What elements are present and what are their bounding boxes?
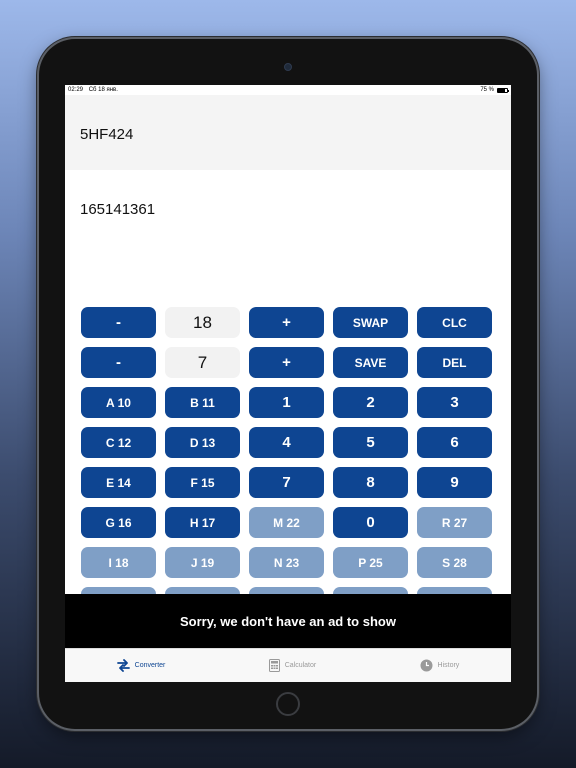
status-right: 75 % (480, 87, 509, 93)
letter-j-19-key[interactable]: J 19 (165, 547, 240, 578)
app-screen: 02:29 Сб 18 янв. 75 % 5HF424 165141361 -… (65, 85, 511, 682)
front-camera (284, 63, 292, 71)
home-button[interactable] (276, 692, 300, 716)
tab-converter[interactable]: Converter (116, 659, 166, 672)
tab-converter-label: Converter (134, 662, 166, 669)
digit-9-key[interactable]: 9 (417, 467, 492, 498)
digit-8-key[interactable]: 8 (333, 467, 408, 498)
letter-r-27-key[interactable]: R 27 (417, 507, 492, 538)
tab-bar: Converter Calculator History (65, 648, 511, 682)
input-display[interactable]: 5HF424 (65, 95, 511, 170)
status-date: Сб 18 янв. (88, 87, 118, 93)
letter-h-17-key[interactable]: H 17 (165, 507, 240, 538)
base-from-increment-button[interactable]: + (249, 307, 324, 338)
digit-6-key[interactable]: 6 (417, 427, 492, 458)
ad-banner: Sorry, we don't have an ad to show (65, 594, 511, 648)
letter-i-18-key[interactable]: I 18 (81, 547, 156, 578)
letter-e-14-key[interactable]: E 14 (81, 467, 156, 498)
clock-icon (420, 659, 433, 672)
letter-d-13-key[interactable]: D 13 (165, 427, 240, 458)
letter-a-10-key[interactable]: A 10 (81, 387, 156, 418)
digit-7-key[interactable]: 7 (249, 467, 324, 498)
letter-m-22-key[interactable]: M 22 (249, 507, 324, 538)
status-left: 02:29 Сб 18 янв. (68, 87, 122, 93)
letter-p-25-key[interactable]: P 25 (333, 547, 408, 578)
battery-icon (497, 87, 509, 93)
digit-5-key[interactable]: 5 (333, 427, 408, 458)
digit-1-key[interactable]: 1 (249, 387, 324, 418)
tablet-frame: 02:29 Сб 18 янв. 75 % 5HF424 165141361 -… (39, 39, 537, 729)
tab-history-label: History (437, 662, 460, 669)
status-time: 02:29 (68, 87, 84, 93)
tab-calculator-label: Calculator (284, 662, 317, 669)
letter-g-16-key[interactable]: G 16 (81, 507, 156, 538)
calculator-icon (268, 659, 280, 672)
clear-button[interactable]: CLC (417, 307, 492, 338)
input-value: 5HF424 (80, 126, 134, 143)
digit-0-key[interactable]: 0 (333, 507, 408, 538)
output-display[interactable]: 165141361 (65, 170, 511, 245)
letter-f-15-key[interactable]: F 15 (165, 467, 240, 498)
save-button[interactable]: SAVE (333, 347, 408, 378)
digit-2-key[interactable]: 2 (333, 387, 408, 418)
base-from-decrement-button[interactable]: - (81, 307, 156, 338)
letter-n-23-key[interactable]: N 23 (249, 547, 324, 578)
letter-c-12-key[interactable]: C 12 (81, 427, 156, 458)
base-from-value: 18 (165, 307, 240, 338)
digit-4-key[interactable]: 4 (249, 427, 324, 458)
base-to-value: 7 (165, 347, 240, 378)
swap-button[interactable]: SWAP (333, 307, 408, 338)
base-to-decrement-button[interactable]: - (81, 347, 156, 378)
keypad: - 18 + SWAP CLC - 7 + SAVE DEL A 10 B 11 1… (81, 307, 494, 618)
battery-percent: 75 % (480, 87, 494, 93)
tab-history[interactable]: History (420, 659, 460, 672)
status-bar: 02:29 Сб 18 янв. 75 % (65, 85, 511, 95)
swap-arrows-icon (116, 659, 130, 672)
output-value: 165141361 (80, 201, 156, 218)
digit-3-key[interactable]: 3 (417, 387, 492, 418)
letter-s-28-key[interactable]: S 28 (417, 547, 492, 578)
letter-b-11-key[interactable]: B 11 (165, 387, 240, 418)
tab-calculator[interactable]: Calculator (268, 659, 317, 672)
delete-button[interactable]: DEL (417, 347, 492, 378)
base-to-increment-button[interactable]: + (249, 347, 324, 378)
ad-banner-text: Sorry, we don't have an ad to show (180, 613, 396, 629)
